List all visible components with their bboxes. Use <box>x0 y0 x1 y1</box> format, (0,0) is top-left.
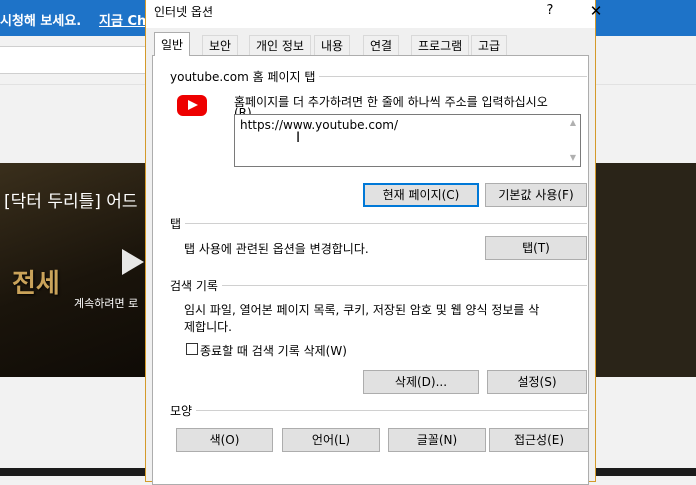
history-settings-button[interactable]: 설정(S) <box>487 370 587 394</box>
tabs-button[interactable]: 탭(T) <box>485 236 587 260</box>
background-video-thumbnail[interactable]: [닥터 두리틀] 어드 전세 계속하려면 로 <box>0 163 145 377</box>
tab-privacy[interactable]: 개인 정보 <box>249 35 311 55</box>
dialog-titlebar[interactable]: 인터넷 옵션 ? ✕ <box>146 0 602 28</box>
home-instruction: 홈페이지를 더 추가하려면 한 줄에 하나씩 주소를 입력하십시오 <box>234 95 548 109</box>
tab-security[interactable]: 보안 <box>202 35 239 55</box>
home-page-textarea[interactable]: https://www.youtube.com/ ▲ ▼ <box>234 114 581 167</box>
history-group-divider <box>170 285 587 286</box>
home-group-label: youtube.com 홈 페이지 탭 <box>170 68 320 85</box>
play-icon[interactable] <box>122 249 144 275</box>
accessibility-button[interactable]: 접근성(E) <box>489 428 589 452</box>
dialog-title: 인터넷 옵션 <box>154 5 214 19</box>
background-divider <box>0 84 145 85</box>
fonts-button[interactable]: 글꼴(N) <box>388 428 486 452</box>
internet-options-dialog: 인터넷 옵션 ? ✕ 일반 보안 개인 정보 내용 연결 프로그램 고급 you… <box>145 0 602 485</box>
banner-link[interactable]: 지금 Ch <box>99 10 146 29</box>
tabs-group-label: 탭 <box>170 215 186 232</box>
video-continue-text: 계속하려면 로 <box>74 297 139 310</box>
delete-history-button[interactable]: 삭제(D)... <box>363 370 479 394</box>
video-title: [닥터 두리틀] 어드 <box>4 192 138 212</box>
background-video-right[interactable] <box>596 163 696 377</box>
history-description-line1: 임시 파일, 열어본 페이지 목록, 쿠키, 저장된 암호 및 웹 양식 정보를… <box>184 303 540 317</box>
tab-programs[interactable]: 프로그램 <box>411 35 470 55</box>
help-button[interactable]: ? <box>538 1 562 21</box>
tabs-description: 탭 사용에 관련된 옵션을 변경합니다. <box>184 242 369 256</box>
text-cursor-icon: I <box>296 130 301 146</box>
close-button[interactable]: ✕ <box>584 1 608 21</box>
history-group-label: 검색 기록 <box>170 277 222 294</box>
use-default-button[interactable]: 기본값 사용(F) <box>485 183 587 207</box>
video-overlay-text: 전세 <box>12 269 60 299</box>
tab-content[interactable]: 내용 <box>314 35 351 55</box>
youtube-icon <box>177 95 207 116</box>
tabs-group-divider <box>170 223 587 224</box>
banner-text: 시청해 보세요. <box>0 14 82 29</box>
background-search-box[interactable] <box>0 46 146 74</box>
home-instruction-cut: (R). <box>234 107 256 114</box>
textarea-scrollbar[interactable]: ▲ ▼ <box>563 115 580 166</box>
scroll-up-icon[interactable]: ▲ <box>570 118 576 127</box>
appearance-group-label: 모양 <box>170 402 197 419</box>
use-current-page-button[interactable]: 현재 페이지(C) <box>363 183 479 207</box>
delete-history-on-exit-label[interactable]: 종료할 때 검색 기록 삭제(W) <box>200 342 347 359</box>
home-url-value: https://www.youtube.com/ <box>240 118 399 132</box>
tab-advanced[interactable]: 고급 <box>471 35 508 55</box>
background-divider-right <box>596 84 696 85</box>
tab-general[interactable]: 일반 <box>154 32 191 56</box>
colors-button[interactable]: 색(O) <box>176 428 273 452</box>
tab-connections[interactable]: 연결 <box>363 35 400 55</box>
history-description-line2: 제합니다. <box>184 320 232 334</box>
scroll-down-icon[interactable]: ▼ <box>570 153 576 162</box>
appearance-group-divider <box>170 410 587 411</box>
languages-button[interactable]: 언어(L) <box>282 428 380 452</box>
delete-history-on-exit-checkbox[interactable] <box>186 343 198 355</box>
